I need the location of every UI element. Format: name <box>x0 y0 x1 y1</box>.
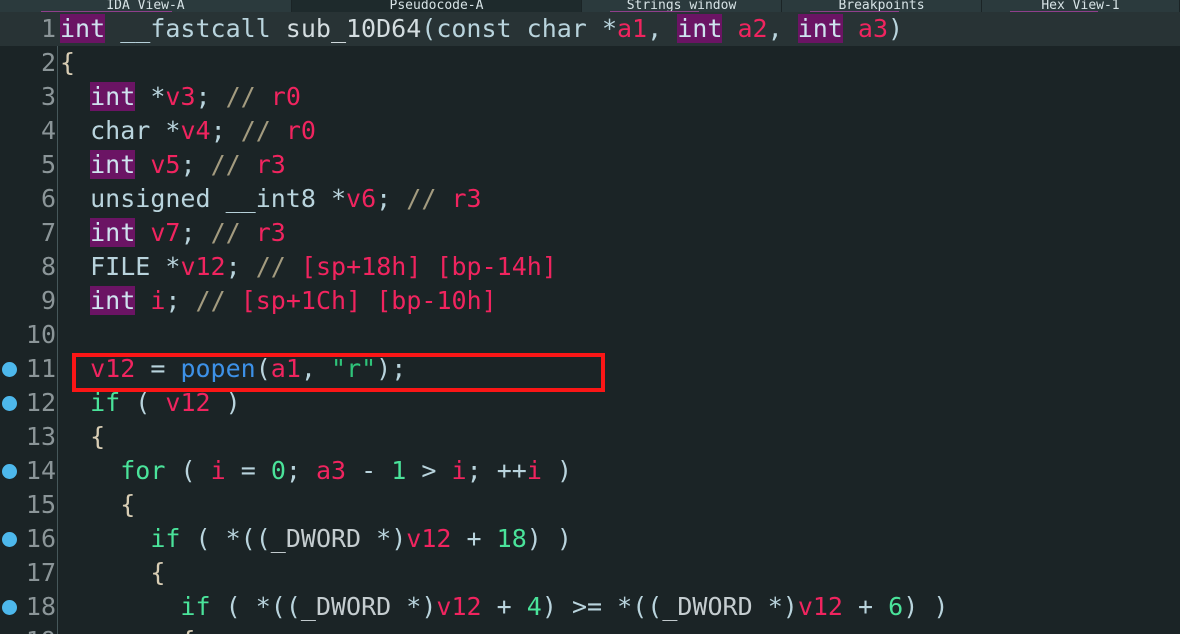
line-number: 8 <box>40 252 56 281</box>
code-text: if ( *((_DWORD *)v12 + 18) ) <box>150 524 572 553</box>
view-tab-bar: IDA View-A Pseudocode-A Strings window Brea… <box>0 0 1180 12</box>
code-text: { <box>60 48 76 77</box>
line-number: 7 <box>40 218 56 247</box>
code-line[interactable]: 5 int v5; // r3 <box>0 148 1180 182</box>
line-number: 6 <box>40 184 56 213</box>
code-text: { <box>90 422 106 451</box>
code-text: int v5; // r3 <box>90 150 286 179</box>
code-line[interactable]: 1 int __fastcall sub_10D64(const char *a1… <box>0 12 1180 46</box>
line-number: 12 <box>25 388 56 417</box>
tab-breakpoints[interactable]: Breakpoints <box>782 0 982 12</box>
tab-label: Pseudocode-A <box>389 0 484 12</box>
code-line[interactable]: 10 <box>0 318 1180 352</box>
code-text: char *v4; // r0 <box>90 116 316 145</box>
code-line[interactable]: 17 { <box>0 556 1180 590</box>
code-line[interactable]: 4 char *v4; // r0 <box>0 114 1180 148</box>
code-line[interactable]: 11 v12 = popen(a1, "r"); <box>0 352 1180 386</box>
line-number: 19 <box>0 624 56 634</box>
line-number: 16 <box>25 524 56 553</box>
code-line[interactable]: 16 if ( *((_DWORD *)v12 + 18) ) <box>0 522 1180 556</box>
code-text: int v7; // r3 <box>90 218 286 247</box>
code-text: FILE *v12; // [sp+18h] [bp-14h] <box>90 252 557 281</box>
line-number: 5 <box>40 150 56 179</box>
code-line[interactable]: 14 for ( i = 0; a3 - 1 > i; ++i ) <box>0 454 1180 488</box>
pseudocode-editor[interactable]: 1 int __fastcall sub_10D64(const char *a1… <box>0 12 1180 634</box>
line-number: 13 <box>25 422 56 451</box>
line-number: 11 <box>25 354 56 383</box>
code-line[interactable]: 8 FILE *v12; // [sp+18h] [bp-14h] <box>0 250 1180 284</box>
line-number: 4 <box>40 116 56 145</box>
code-text: if ( *((_DWORD *)v12 + 4) >= *((_DWORD *… <box>180 592 949 621</box>
code-line[interactable]: 15 { <box>0 488 1180 522</box>
code-lines-container: 1 int __fastcall sub_10D64(const char *a1… <box>0 12 1180 634</box>
code-text: int __fastcall sub_10D64(const char *a1,… <box>60 14 904 43</box>
line-number: 9 <box>40 286 56 315</box>
code-line[interactable]: 18 if ( *((_DWORD *)v12 + 4) >= *((_DWOR… <box>0 590 1180 624</box>
tab-hex-view-1[interactable]: Hex View-1 <box>982 0 1180 12</box>
code-line[interactable]: 12 if ( v12 ) <box>0 386 1180 420</box>
line-number: 10 <box>25 320 56 349</box>
code-text: unsigned __int8 *v6; // r3 <box>90 184 482 213</box>
code-text: int *v3; // r0 <box>90 82 301 111</box>
code-line[interactable]: 13 { <box>0 420 1180 454</box>
line-number: 3 <box>40 82 56 111</box>
code-text: int i; // [sp+1Ch] [bp-10h] <box>90 286 497 315</box>
code-line[interactable]: 7 int v7; // r3 <box>0 216 1180 250</box>
tab-strings-window[interactable]: Strings window <box>582 0 782 12</box>
line-number: 15 <box>25 490 56 519</box>
code-text: if ( v12 ) <box>90 388 241 417</box>
code-line[interactable]: 3 int *v3; // r0 <box>0 80 1180 114</box>
line-number: 1 <box>40 14 56 43</box>
line-number: 14 <box>25 456 56 485</box>
code-text: { <box>60 624 195 634</box>
tab-ida-view-a[interactable]: IDA View-A <box>0 0 292 12</box>
code-line[interactable]: 9 int i; // [sp+1Ch] [bp-10h] <box>0 284 1180 318</box>
code-text: for ( i = 0; a3 - 1 > i; ++i ) <box>120 456 573 485</box>
code-text: v12 = popen(a1, "r"); <box>90 354 407 383</box>
code-line[interactable]: 2{ <box>0 46 1180 80</box>
tab-pseudocode-a[interactable]: Pseudocode-A <box>292 0 582 12</box>
code-text: { <box>150 558 166 587</box>
line-number: 17 <box>25 558 56 587</box>
code-text: { <box>120 490 136 519</box>
line-number: 18 <box>25 592 56 621</box>
code-line[interactable]: 19 { <box>0 624 1180 634</box>
line-number: 2 <box>40 48 56 77</box>
code-line[interactable]: 6 unsigned __int8 *v6; // r3 <box>0 182 1180 216</box>
